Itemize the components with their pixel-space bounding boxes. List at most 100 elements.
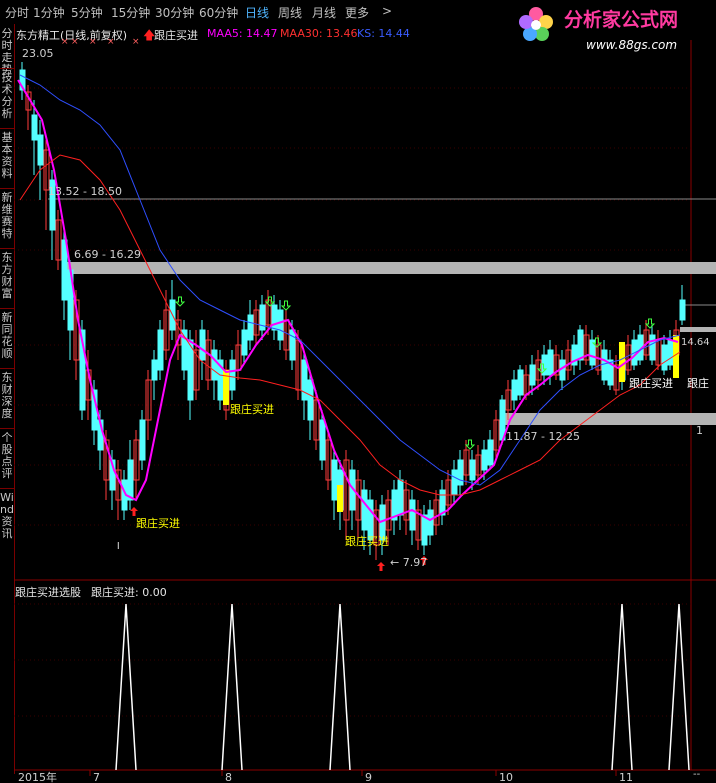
candle-body xyxy=(241,329,248,356)
signal-label: 跟庄买进 xyxy=(629,376,673,390)
x-marker: × xyxy=(89,37,97,47)
candle-body xyxy=(409,499,416,531)
candle-body xyxy=(661,344,668,371)
sidebar-tab-6[interactable]: 东财深度 xyxy=(0,372,14,420)
zone-band-last xyxy=(680,327,716,332)
candle-body xyxy=(271,304,278,331)
period-tab-7[interactable]: 周线 xyxy=(278,4,302,21)
ma30-line xyxy=(19,154,681,496)
candle-body xyxy=(457,459,464,486)
candle-body xyxy=(487,439,494,466)
month-label: 10 xyxy=(499,771,513,783)
more-chevron-icon[interactable]: > xyxy=(382,4,392,18)
x-marker: × xyxy=(107,37,115,47)
high-price-label: 23.05 xyxy=(22,47,54,60)
candle-body xyxy=(301,359,308,401)
candle-body xyxy=(397,479,404,516)
candle-body xyxy=(421,514,428,546)
zone2-label: 6.69 - 16.29 xyxy=(74,248,141,261)
candle-body xyxy=(229,359,236,391)
period-tab-6[interactable]: 日线 xyxy=(245,4,269,21)
sidebar-tab-3[interactable]: 新维赛特 xyxy=(0,192,14,240)
candle-body xyxy=(601,349,608,381)
x-marker: × xyxy=(132,37,140,47)
candle-body xyxy=(367,499,374,541)
month-label: 11 xyxy=(619,771,633,783)
candle-body xyxy=(157,329,164,371)
sell-arrow-icon xyxy=(280,300,292,311)
sidebar-separator xyxy=(0,188,14,189)
zone-band-2 xyxy=(66,262,716,274)
period-tab-4[interactable]: 30分钟 xyxy=(155,4,194,21)
period-tab-8[interactable]: 月线 xyxy=(312,4,336,21)
low-price-label: ← 7.97 xyxy=(390,556,427,569)
candle-body xyxy=(361,489,368,531)
x-marker: × xyxy=(61,37,69,47)
candle-body xyxy=(127,459,134,501)
signal-label: 跟庄 xyxy=(687,376,709,390)
month-label: 7 xyxy=(93,771,100,783)
sidebar-tab-1[interactable]: 技术分析 xyxy=(0,72,14,120)
period-tab-0[interactable]: 分时 xyxy=(5,4,29,21)
candle-body xyxy=(139,419,146,461)
zone-band-3 xyxy=(503,413,716,425)
candle-body xyxy=(481,449,488,471)
candle-body xyxy=(31,114,38,141)
month-label: 9 xyxy=(365,771,372,783)
period-tab-9[interactable]: 更多 xyxy=(345,4,369,21)
sub-right-mark: -- xyxy=(693,769,701,780)
candle-body xyxy=(547,349,554,376)
sidebar-separator xyxy=(0,308,14,309)
candle-body xyxy=(289,329,296,361)
buy-arrow-icon xyxy=(130,507,138,516)
candle-body xyxy=(37,134,44,166)
candle-body xyxy=(451,469,458,496)
year-label: 2015年 xyxy=(18,770,57,783)
zone3-label: 11.87 - 12.25 xyxy=(506,430,580,443)
sidebar-separator xyxy=(0,248,14,249)
candle-body xyxy=(469,459,476,481)
candle-body xyxy=(247,314,254,341)
right-mark: 1 xyxy=(696,424,703,437)
buy-arrow-icon xyxy=(377,562,385,571)
period-tab-3[interactable]: 15分钟 xyxy=(111,4,150,21)
period-tab-2[interactable]: 5分钟 xyxy=(71,4,103,21)
signal-candle xyxy=(619,342,625,382)
candle-body xyxy=(151,359,158,381)
sidebar-separator xyxy=(0,428,14,429)
period-tab-1[interactable]: 1分钟 xyxy=(33,4,65,21)
candle-body xyxy=(199,329,206,361)
sidebar-tab-4[interactable]: 东方财富 xyxy=(0,252,14,300)
candle-body xyxy=(211,349,218,381)
sidebar-separator xyxy=(0,368,14,369)
candle-body xyxy=(517,369,524,396)
sidebar-separator xyxy=(0,488,14,489)
period-tab-5[interactable]: 60分钟 xyxy=(199,4,238,21)
sidebar-separator xyxy=(0,128,14,129)
signal-spike xyxy=(611,603,633,771)
last-price-label: 14.64 xyxy=(681,337,710,348)
sell-arrow-icon xyxy=(464,439,476,450)
left-sidebar: 分时走势 技术分析 基本资料 新维赛特 东方财富 新同花顺 东财深度 个股点评 Wind资讯 xyxy=(0,24,15,774)
signal-label: 跟庄买进 xyxy=(230,402,274,416)
kline-chart[interactable]: × × × × ×23.0513.52 - 18.506.69 - 16.2911.87… xyxy=(14,24,716,783)
signal-candle xyxy=(337,485,343,512)
sidebar-separator xyxy=(0,68,14,69)
candle-body xyxy=(649,334,656,361)
candle-body xyxy=(667,339,674,366)
signal-spike xyxy=(329,603,351,771)
candle-body xyxy=(319,419,326,461)
candle-body xyxy=(427,509,434,536)
candle-body xyxy=(679,299,686,321)
zone1-label: 13.52 - 18.50 xyxy=(48,185,122,198)
sidebar-tab-5[interactable]: 新同花顺 xyxy=(0,312,14,360)
sidebar-tab-7[interactable]: 个股点评 xyxy=(0,432,14,480)
month-label: 8 xyxy=(225,771,232,783)
candle-body xyxy=(577,329,584,361)
sidebar-tab-2[interactable]: 基本资料 xyxy=(0,132,14,180)
signal-spike xyxy=(221,603,243,771)
small-marker: l xyxy=(117,542,120,552)
candle-body xyxy=(511,379,518,401)
signal-spike xyxy=(668,603,690,771)
sidebar-tab-8[interactable]: Wind资讯 xyxy=(0,492,14,540)
